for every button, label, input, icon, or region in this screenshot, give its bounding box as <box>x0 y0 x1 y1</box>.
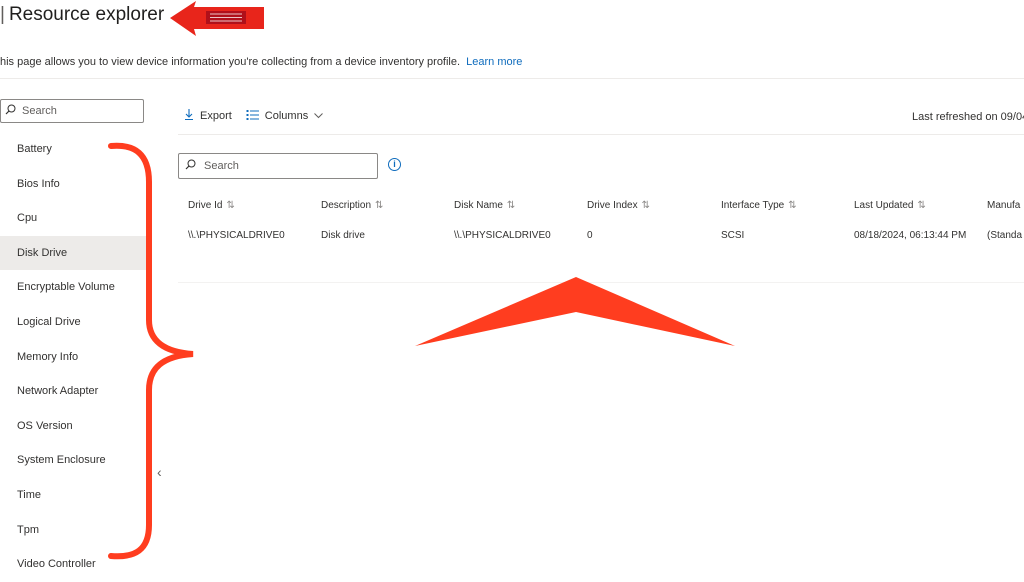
page-title: | Resource explorer <box>0 4 164 26</box>
sidebar-item-cpu[interactable]: Cpu <box>0 201 146 236</box>
sidebar-item-bios-info[interactable]: Bios Info <box>0 167 146 202</box>
columns-icon <box>246 109 259 123</box>
column-header-label: Description <box>321 200 372 211</box>
column-header-label: Manufa <box>987 200 1021 211</box>
sidebar-item-system-enclosure[interactable]: System Enclosure <box>0 443 146 478</box>
last-refreshed-text: Last refreshed on 09/04 <box>912 111 1024 123</box>
table-cell: Disk drive <box>321 230 365 241</box>
annotation-arrow-left <box>170 1 264 36</box>
table-cell: 08/18/2024, 06:13:44 PM <box>854 230 967 241</box>
table-cell: \\.\PHYSICALDRIVE0 <box>188 230 285 241</box>
info-icon[interactable]: i <box>388 158 401 171</box>
page-description: his page allows you to view device infor… <box>0 56 522 68</box>
table-search-box[interactable] <box>178 153 378 179</box>
column-header-label: Drive Index <box>587 200 638 211</box>
column-header-label: Drive Id <box>188 200 223 211</box>
learn-more-link[interactable]: Learn more <box>466 56 522 68</box>
sort-icon[interactable]: ⇅ <box>788 200 796 211</box>
table-cell: SCSI <box>721 230 745 241</box>
table-cell: \\.\PHYSICALDRIVE0 <box>454 230 551 241</box>
header-divider <box>0 78 1024 79</box>
sort-icon[interactable]: ⇅ <box>918 200 926 211</box>
export-label: Export <box>200 109 232 122</box>
row-divider <box>178 282 1024 283</box>
sidebar-item-os-version[interactable]: OS Version <box>0 409 146 444</box>
sidebar-item-battery[interactable]: Battery <box>0 132 146 167</box>
column-header-description[interactable]: Description ⇅ <box>321 200 383 211</box>
search-icon <box>185 157 196 175</box>
column-header-drive-index[interactable]: Drive Index ⇅ <box>587 200 650 211</box>
sidebar-search-box[interactable] <box>0 99 144 123</box>
chevron-down-icon <box>314 110 324 122</box>
sort-icon[interactable]: ⇅ <box>507 200 515 211</box>
toolbar-divider <box>178 134 1024 135</box>
sidebar-item-disk-drive[interactable]: Disk Drive <box>0 235 146 271</box>
sidebar-item-video-controller[interactable]: Video Controller <box>0 547 146 582</box>
sort-icon[interactable]: ⇅ <box>642 200 650 211</box>
column-header-label: Disk Name <box>454 200 503 211</box>
search-icon <box>5 102 16 120</box>
columns-button[interactable]: Columns <box>246 109 324 123</box>
description-text: his page allows you to view device infor… <box>0 56 461 68</box>
annotation-arrow-up <box>415 277 735 346</box>
table-search-input[interactable] <box>202 159 306 173</box>
column-header-last-updated[interactable]: Last Updated ⇅ <box>854 200 926 211</box>
page-title-text: Resource explorer <box>8 4 165 25</box>
table-cell: (Standa <box>987 230 1023 241</box>
column-header-label: Interface Type <box>721 200 785 211</box>
sort-icon[interactable]: ⇅ <box>375 200 383 211</box>
columns-label: Columns <box>264 109 309 122</box>
sort-icon[interactable]: ⇅ <box>226 200 234 211</box>
sidebar-item-time[interactable]: Time <box>0 478 146 513</box>
sidebar-item-encryptable-volume[interactable]: Encryptable Volume <box>0 270 146 305</box>
chevron-left-icon[interactable]: ‹ <box>157 464 162 480</box>
sidebar-search-input[interactable] <box>20 104 124 118</box>
table-cell: 0 <box>587 230 593 241</box>
download-icon <box>184 108 194 123</box>
column-header-drive-id[interactable]: Drive Id ⇅ <box>188 200 235 211</box>
column-header-label: Last Updated <box>854 200 914 211</box>
column-header-manufa[interactable]: Manufa <box>987 200 1020 211</box>
title-separator: | <box>0 4 5 25</box>
column-header-interface-type[interactable]: Interface Type ⇅ <box>721 200 797 211</box>
sidebar-item-network-adapter[interactable]: Network Adapter <box>0 374 146 409</box>
sidebar-nav: Battery Bios Info Cpu Disk Drive Encryptable… <box>0 132 146 582</box>
sidebar-item-logical-drive[interactable]: Logical Drive <box>0 305 146 340</box>
column-header-disk-name[interactable]: Disk Name ⇅ <box>454 200 515 211</box>
sidebar-item-memory-info[interactable]: Memory Info <box>0 340 146 375</box>
sidebar-item-tpm[interactable]: Tpm <box>0 513 146 548</box>
export-button[interactable]: Export <box>184 108 232 123</box>
toolbar: Export Columns <box>184 108 337 123</box>
